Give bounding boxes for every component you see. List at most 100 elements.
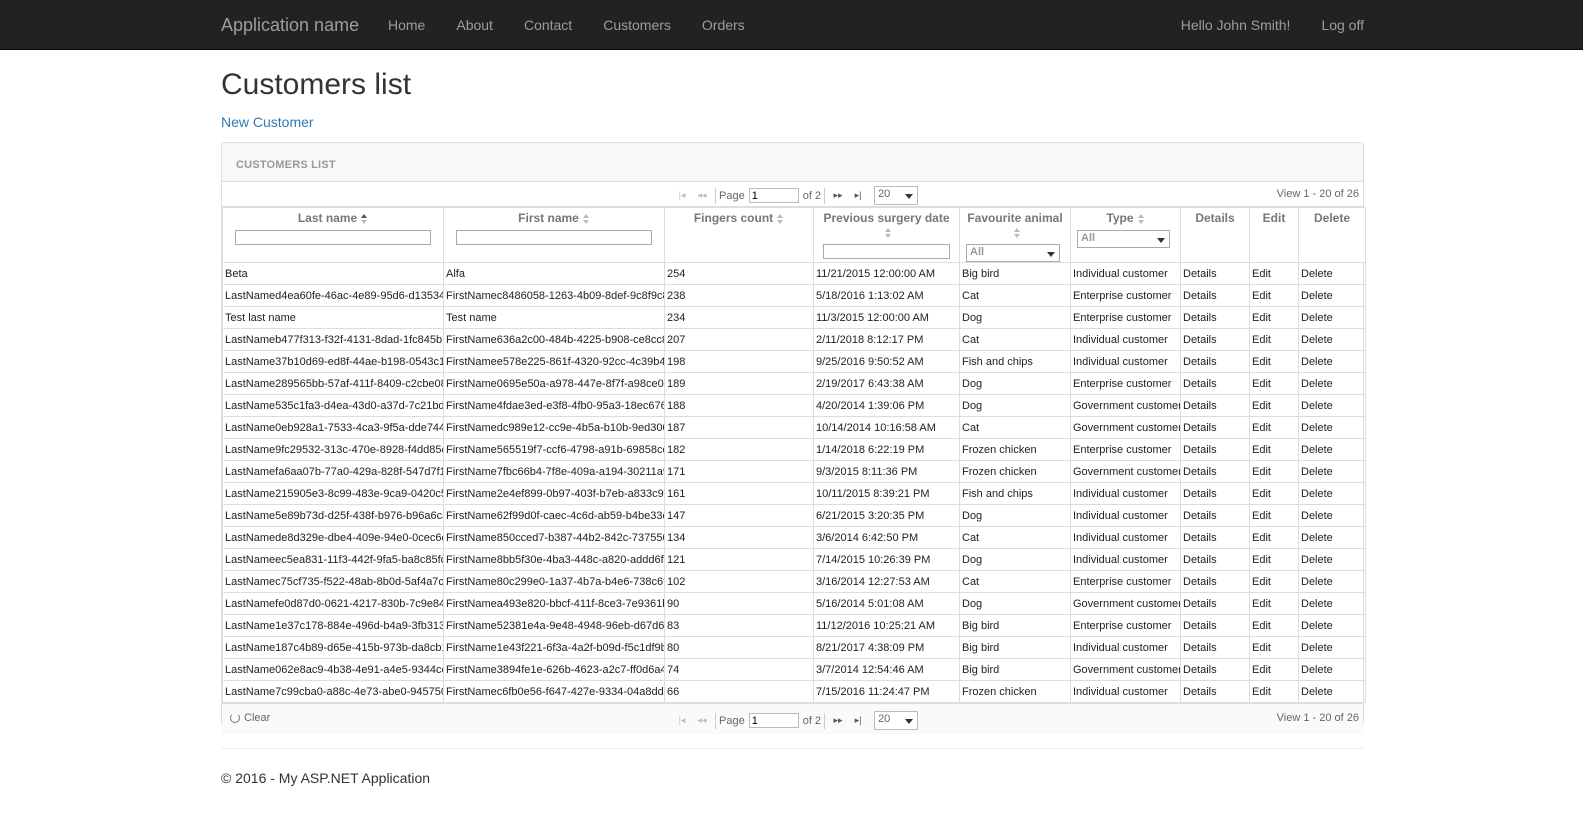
sort-icon[interactable] xyxy=(777,213,784,224)
col-type[interactable]: Type All xyxy=(1070,207,1181,263)
prev-page-icon[interactable]: ◂◂ xyxy=(692,190,712,201)
animal-filter-select[interactable]: All xyxy=(966,244,1060,262)
delete-link[interactable]: Delete xyxy=(1298,350,1366,373)
edit-link[interactable]: Edit xyxy=(1249,460,1299,483)
delete-link[interactable]: Delete xyxy=(1298,284,1366,307)
rows-per-page-select[interactable]: 20 xyxy=(874,186,919,205)
delete-link[interactable]: Delete xyxy=(1298,680,1366,703)
delete-link[interactable]: Delete xyxy=(1298,548,1366,571)
nav-contact[interactable]: Contact xyxy=(524,17,572,33)
edit-link[interactable]: Edit xyxy=(1249,482,1299,505)
delete-link[interactable]: Delete xyxy=(1298,592,1366,615)
col-fingers-count[interactable]: Fingers count xyxy=(664,207,814,263)
delete-link[interactable]: Delete xyxy=(1298,438,1366,461)
edit-link[interactable]: Edit xyxy=(1249,262,1299,285)
edit-link[interactable]: Edit xyxy=(1249,350,1299,373)
sort-icon[interactable] xyxy=(582,213,590,224)
edit-link[interactable]: Edit xyxy=(1249,658,1299,681)
cell-first-name: FirstNamee578e225-861f-4320-92cc-4c39b4 xyxy=(443,350,665,373)
details-link[interactable]: Details xyxy=(1180,438,1250,461)
sort-icon[interactable] xyxy=(885,227,892,238)
col-surgery-date[interactable]: Previous surgery date xyxy=(813,207,960,263)
details-link[interactable]: Details xyxy=(1180,636,1250,659)
details-link[interactable]: Details xyxy=(1180,614,1250,637)
col-last-name[interactable]: Last name xyxy=(222,207,444,263)
edit-link[interactable]: Edit xyxy=(1249,284,1299,307)
next-page-icon[interactable]: ▸▸ xyxy=(828,715,848,726)
details-link[interactable]: Details xyxy=(1180,680,1250,703)
last-page-icon[interactable]: ▸| xyxy=(848,715,868,726)
delete-link[interactable]: Delete xyxy=(1298,372,1366,395)
edit-link[interactable]: Edit xyxy=(1249,438,1299,461)
sort-asc-icon[interactable] xyxy=(361,213,368,224)
delete-link[interactable]: Delete xyxy=(1298,306,1366,329)
details-link[interactable]: Details xyxy=(1180,548,1250,571)
nav-orders[interactable]: Orders xyxy=(702,17,745,33)
edit-link[interactable]: Edit xyxy=(1249,504,1299,527)
delete-link[interactable]: Delete xyxy=(1298,262,1366,285)
page-number-input[interactable] xyxy=(748,188,799,203)
delete-link[interactable]: Delete xyxy=(1298,416,1366,439)
last-name-filter-input[interactable] xyxy=(235,230,431,245)
edit-link[interactable]: Edit xyxy=(1249,614,1299,637)
prev-page-icon[interactable]: ◂◂ xyxy=(692,715,712,726)
delete-link[interactable]: Delete xyxy=(1298,504,1366,527)
edit-link[interactable]: Edit xyxy=(1249,372,1299,395)
delete-link[interactable]: Delete xyxy=(1298,394,1366,417)
brand-link[interactable]: Application name xyxy=(221,15,359,36)
details-link[interactable]: Details xyxy=(1180,262,1250,285)
new-customer-link[interactable]: New Customer xyxy=(221,114,314,130)
last-page-icon[interactable]: ▸| xyxy=(848,190,868,201)
type-filter-select[interactable]: All xyxy=(1077,230,1170,248)
details-link[interactable]: Details xyxy=(1180,570,1250,593)
nav-home[interactable]: Home xyxy=(388,17,425,33)
delete-link[interactable]: Delete xyxy=(1298,636,1366,659)
logoff-link[interactable]: Log off xyxy=(1321,17,1364,33)
user-greeting-link[interactable]: Hello John Smith! xyxy=(1181,17,1291,33)
details-link[interactable]: Details xyxy=(1180,284,1250,307)
nav-about[interactable]: About xyxy=(456,17,493,33)
details-link[interactable]: Details xyxy=(1180,658,1250,681)
edit-link[interactable]: Edit xyxy=(1249,328,1299,351)
nav-customers[interactable]: Customers xyxy=(603,17,671,33)
clear-filters-button[interactable]: Clear xyxy=(230,712,270,724)
details-link[interactable]: Details xyxy=(1180,394,1250,417)
details-link[interactable]: Details xyxy=(1180,504,1250,527)
details-link[interactable]: Details xyxy=(1180,350,1250,373)
details-link[interactable]: Details xyxy=(1180,592,1250,615)
edit-link[interactable]: Edit xyxy=(1249,636,1299,659)
delete-link[interactable]: Delete xyxy=(1298,328,1366,351)
delete-link[interactable]: Delete xyxy=(1298,526,1366,549)
delete-link[interactable]: Delete xyxy=(1298,482,1366,505)
edit-link[interactable]: Edit xyxy=(1249,548,1299,571)
edit-link[interactable]: Edit xyxy=(1249,416,1299,439)
sort-icon[interactable] xyxy=(1137,213,1145,224)
first-page-icon[interactable]: |◂ xyxy=(672,715,692,726)
delete-link[interactable]: Delete xyxy=(1298,460,1366,483)
edit-link[interactable]: Edit xyxy=(1249,570,1299,593)
details-link[interactable]: Details xyxy=(1180,328,1250,351)
details-link[interactable]: Details xyxy=(1180,460,1250,483)
rows-per-page-select[interactable]: 20 xyxy=(874,711,919,730)
first-name-filter-input[interactable] xyxy=(456,230,652,245)
surgery-date-filter-input[interactable] xyxy=(823,244,950,259)
sort-icon[interactable] xyxy=(1013,227,1021,238)
details-link[interactable]: Details xyxy=(1180,482,1250,505)
details-link[interactable]: Details xyxy=(1180,526,1250,549)
edit-link[interactable]: Edit xyxy=(1249,394,1299,417)
delete-link[interactable]: Delete xyxy=(1298,570,1366,593)
edit-link[interactable]: Edit xyxy=(1249,592,1299,615)
col-first-name[interactable]: First name xyxy=(443,207,665,263)
page-number-input[interactable] xyxy=(748,713,799,728)
delete-link[interactable]: Delete xyxy=(1298,658,1366,681)
next-page-icon[interactable]: ▸▸ xyxy=(828,190,848,201)
details-link[interactable]: Details xyxy=(1180,416,1250,439)
details-link[interactable]: Details xyxy=(1180,306,1250,329)
edit-link[interactable]: Edit xyxy=(1249,306,1299,329)
col-favourite-animal[interactable]: Favourite animal All xyxy=(959,207,1071,263)
delete-link[interactable]: Delete xyxy=(1298,614,1366,637)
first-page-icon[interactable]: |◂ xyxy=(672,190,692,201)
edit-link[interactable]: Edit xyxy=(1249,680,1299,703)
details-link[interactable]: Details xyxy=(1180,372,1250,395)
edit-link[interactable]: Edit xyxy=(1249,526,1299,549)
